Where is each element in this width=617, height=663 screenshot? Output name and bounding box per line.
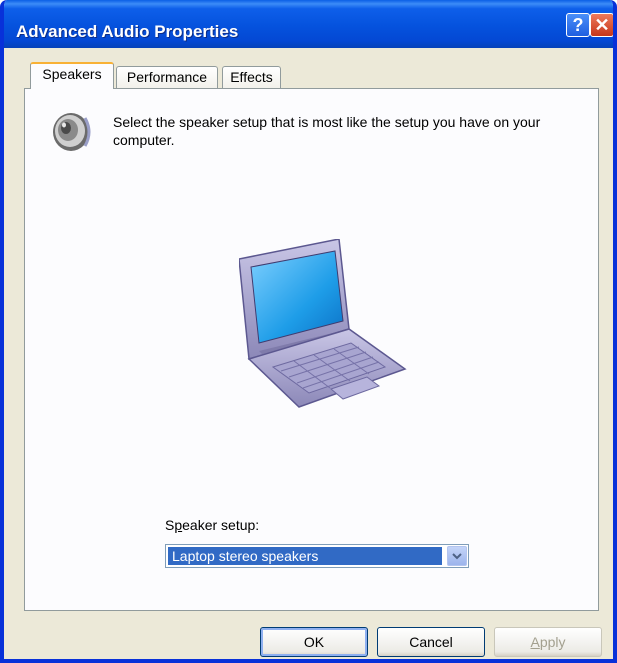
speaker-setup-label: Speaker setup: (165, 517, 260, 533)
tab-effects-label: Effects (230, 69, 273, 85)
apply-button[interactable]: Apply (494, 627, 602, 657)
speakers-tab-panel: Select the speaker setup that is most li… (24, 88, 599, 611)
laptop-icon (239, 239, 407, 408)
help-button[interactable]: ? (566, 13, 590, 37)
tab-performance[interactable]: Performance (116, 66, 218, 88)
speaker-setup-value: Laptop stereo speakers (168, 547, 442, 565)
chevron-down-icon (452, 552, 462, 559)
tab-performance-label: Performance (126, 69, 208, 85)
dropdown-arrow-button[interactable] (447, 546, 467, 566)
cancel-button[interactable]: Cancel (377, 627, 485, 657)
tab-speakers[interactable]: Speakers (30, 62, 114, 89)
tab-speakers-label: Speakers (42, 66, 102, 82)
ok-button[interactable]: OK (260, 627, 368, 657)
window-title: Advanced Audio Properties (16, 22, 239, 41)
close-icon: ✕ (594, 14, 610, 35)
help-icon: ? (572, 14, 584, 35)
title-bar[interactable]: Advanced Audio Properties ? ✕ (4, 0, 613, 48)
close-button[interactable]: ✕ (590, 13, 613, 37)
speaker-icon (53, 113, 91, 151)
instruction-text: Select the speaker setup that is most li… (113, 114, 541, 148)
speaker-setup-dropdown[interactable]: Laptop stereo speakers (165, 544, 469, 568)
tab-effects[interactable]: Effects (222, 66, 281, 88)
